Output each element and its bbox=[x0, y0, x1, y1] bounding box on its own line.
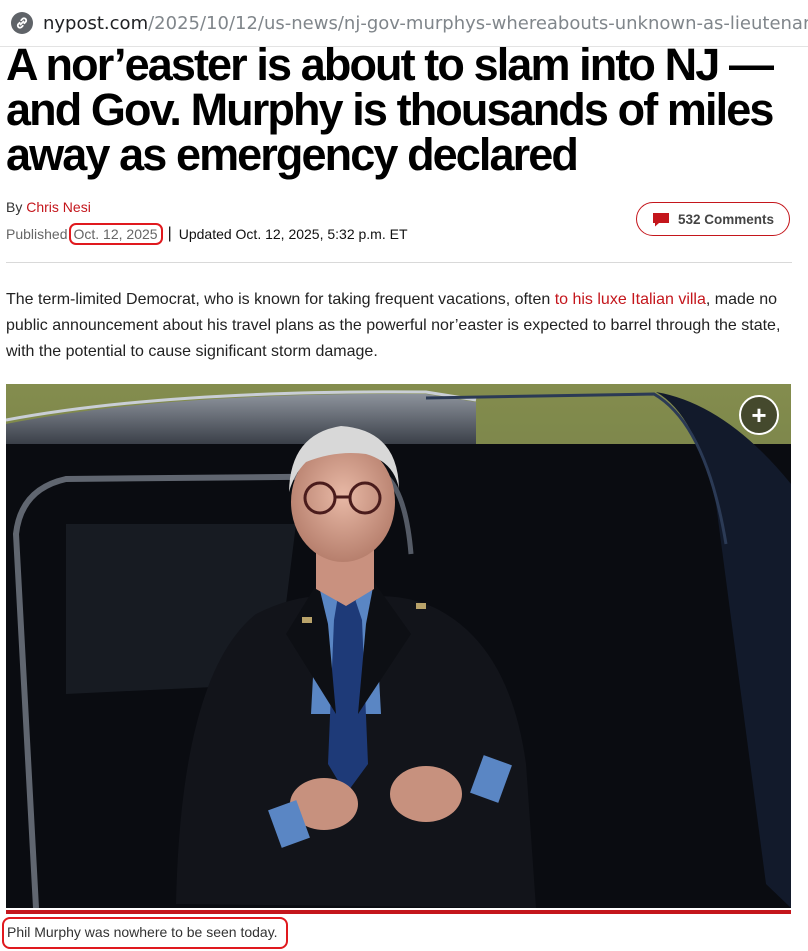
published-label: Published bbox=[6, 226, 68, 242]
article-photo bbox=[6, 384, 791, 908]
updated-timestamp: Updated Oct. 12, 2025, 5:32 p.m. ET bbox=[178, 226, 408, 242]
byline: By Chris Nesi bbox=[6, 199, 91, 215]
comment-bubble-icon bbox=[652, 212, 669, 226]
byline-prefix: By bbox=[6, 199, 23, 215]
villa-link[interactable]: to his luxe Italian villa bbox=[555, 291, 706, 308]
comments-button[interactable]: 532 Comments bbox=[636, 202, 790, 236]
meta-separator: | bbox=[167, 225, 172, 242]
url-text[interactable]: nypost.com/2025/10/12/us-news/nj-gov-mur… bbox=[43, 13, 808, 34]
plus-icon: + bbox=[751, 400, 767, 430]
divider bbox=[6, 262, 792, 263]
photo-caption: Phil Murphy was nowhere to be seen today… bbox=[2, 917, 288, 949]
article-lede: The term-limited Democrat, who is known … bbox=[6, 287, 796, 365]
author-link[interactable]: Chris Nesi bbox=[26, 199, 91, 215]
comments-count: 532 Comments bbox=[677, 211, 775, 227]
lede-text-start: The term-limited Democrat, who is known … bbox=[6, 291, 555, 308]
link-icon bbox=[11, 12, 33, 34]
url-path: /2025/10/12/us-news/nj-gov-murphys-where… bbox=[148, 12, 808, 34]
publish-info: Published Oct. 12, 2025 | Updated Oct. 1… bbox=[6, 223, 408, 245]
article-headline: A nor’easter is about to slam into NJ — … bbox=[6, 39, 774, 180]
url-host: nypost.com bbox=[43, 12, 149, 34]
caption-rule bbox=[6, 910, 791, 914]
published-date: Oct. 12, 2025 bbox=[68, 223, 163, 245]
expand-photo-button[interactable]: + bbox=[739, 395, 779, 435]
